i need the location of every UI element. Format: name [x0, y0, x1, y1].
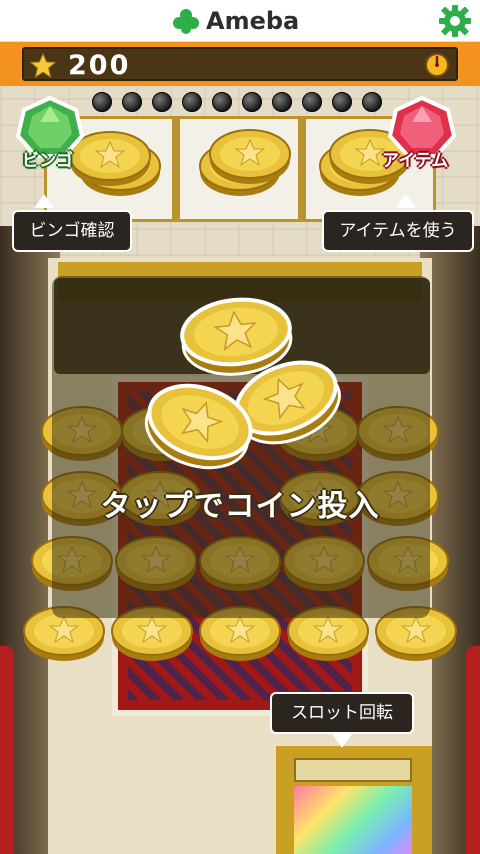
bingo-check-tooltip: ビンゴ確認 — [12, 210, 132, 252]
tooltip-arrow — [34, 194, 54, 208]
app-header: Ameba — [0, 0, 480, 42]
slot-spin-tooltip: スロット回転 — [270, 692, 414, 734]
coin-display: 200 — [22, 47, 458, 81]
item-button[interactable]: アイテム — [382, 95, 458, 176]
timer-icon[interactable] — [424, 52, 450, 78]
tap-to-insert-coin[interactable]: タップでコイン投入 — [0, 481, 480, 525]
item-label: アイテム — [382, 151, 449, 171]
ameba-logo-icon — [173, 9, 199, 34]
coin-count: 200 — [68, 50, 131, 81]
coin-pusher-scene[interactable]: タップでコイン投入 ビンゴ アイテム ビンゴ確認 アイテムを使う スロット回転 — [0, 86, 480, 854]
brand: Ameba — [172, 6, 299, 36]
use-item-tooltip: アイテムを使う — [322, 210, 474, 252]
star-icon — [30, 53, 56, 79]
coin-bar: 200 — [0, 42, 480, 86]
tooltip-arrow — [396, 194, 416, 208]
brand-name: Ameba — [206, 7, 300, 35]
bingo-button[interactable]: ビンゴ — [14, 95, 86, 176]
bingo-label: ビンゴ — [22, 151, 73, 171]
tooltip-arrow — [332, 734, 352, 748]
gear-icon[interactable] — [438, 4, 472, 38]
